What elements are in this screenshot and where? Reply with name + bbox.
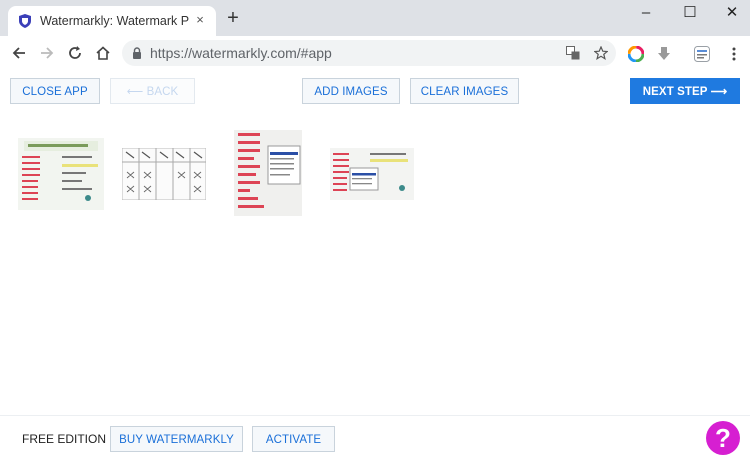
- back-button[interactable]: ⟵ BACK: [110, 78, 195, 104]
- browser-toolbar: https://watermarkly.com/#app: [0, 36, 750, 71]
- watermarkly-shield-icon: [19, 14, 31, 28]
- menu-dots-icon[interactable]: [726, 46, 742, 62]
- address-bar[interactable]: https://watermarkly.com/#app: [122, 40, 616, 66]
- url-text[interactable]: https://watermarkly.com/#app: [150, 45, 332, 61]
- next-step-button[interactable]: NEXT STEP ⟶: [630, 78, 740, 104]
- profile-avatar-icon[interactable]: [694, 46, 710, 62]
- image-thumbnail[interactable]: [18, 138, 104, 210]
- clear-images-button[interactable]: CLEAR IMAGES: [410, 78, 519, 104]
- edition-label: FREE EDITION: [22, 432, 107, 446]
- tab-close-icon[interactable]: ×: [192, 12, 208, 28]
- translate-icon[interactable]: [564, 44, 582, 62]
- add-images-button[interactable]: ADD IMAGES: [302, 78, 400, 104]
- forward-arrow-icon[interactable]: [36, 42, 58, 64]
- app-footer: FREE EDITION BUY WATERMARKLY ACTIVATE ?: [0, 415, 750, 462]
- close-window-icon[interactable]: ✕: [718, 4, 746, 24]
- close-app-button[interactable]: CLOSE APP: [10, 78, 100, 104]
- back-arrow-icon[interactable]: [8, 42, 30, 64]
- image-thumbnail[interactable]: [234, 130, 302, 216]
- maximize-icon[interactable]: ☐: [676, 4, 704, 24]
- buy-watermarkly-button[interactable]: BUY WATERMARKLY: [110, 426, 243, 452]
- browser-tab-strip: Watermarkly: Watermark Photos × + – ☐ ✕: [0, 0, 750, 36]
- reload-icon[interactable]: [64, 42, 86, 64]
- images-panel: [0, 114, 750, 415]
- home-icon[interactable]: [92, 42, 114, 64]
- help-icon[interactable]: ?: [706, 421, 740, 455]
- extension-color-icon[interactable]: [628, 46, 644, 62]
- new-tab-icon[interactable]: +: [224, 8, 242, 28]
- minimize-icon[interactable]: –: [632, 4, 660, 24]
- lock-icon: [133, 47, 141, 59]
- browser-tab[interactable]: Watermarkly: Watermark Photos ×: [8, 6, 216, 36]
- bookmark-star-icon[interactable]: [592, 44, 610, 62]
- image-thumbnail[interactable]: [122, 148, 206, 200]
- tab-title: Watermarkly: Watermark Photos: [40, 14, 190, 28]
- image-thumbnail[interactable]: [330, 148, 414, 200]
- app-top-bar: CLOSE APP ⟵ BACK ADD IMAGES CLEAR IMAGES…: [0, 70, 750, 114]
- download-icon[interactable]: [656, 46, 672, 62]
- activate-button[interactable]: ACTIVATE: [252, 426, 335, 452]
